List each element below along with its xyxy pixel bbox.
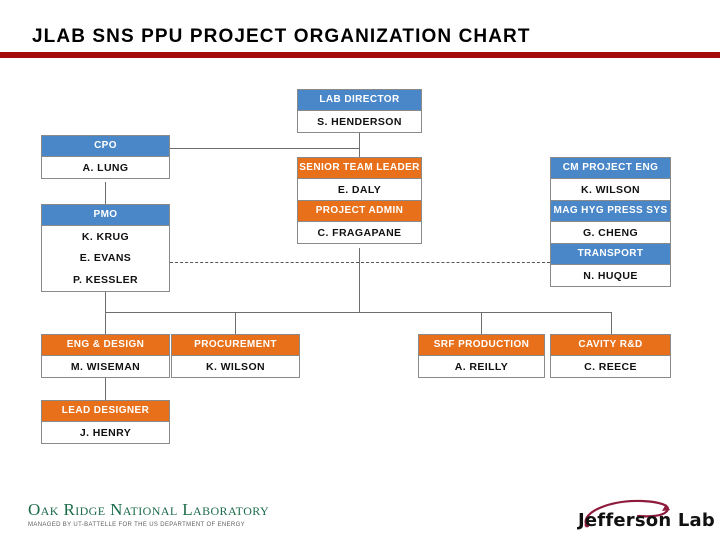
connector-eng-design-to-lead-designer [105, 378, 106, 400]
node-cavity-rnd-role: CAVITY R&D [551, 335, 670, 355]
connector-bus-to-procurement [235, 312, 236, 334]
connector-lower-bus [105, 312, 611, 313]
node-cavity-rnd-name: C. REECE [551, 355, 670, 377]
node-procurement-role: PROCUREMENT [172, 335, 299, 355]
node-pmo-role: PMO [42, 205, 169, 225]
node-pmo-name-3: P. KESSLER [42, 269, 169, 291]
node-lab-director-role: LAB DIRECTOR [298, 90, 421, 110]
node-transport-role: TRANSPORT [551, 244, 670, 264]
node-pmo-name-1: K. KRUG [42, 225, 169, 247]
connector-cpo-to-spine [170, 148, 360, 149]
node-srf-production-role: SRF PRODUCTION [419, 335, 544, 355]
node-cpo-role: CPO [42, 136, 169, 156]
node-transport[interactable]: TRANSPORT N. HUQUE [550, 243, 671, 287]
connector-pmo-to-bus [105, 290, 106, 312]
node-mag-hyg-press-sys-role: MAG HYG PRESS SYS [551, 201, 670, 221]
connector-bus-to-eng-design [105, 312, 106, 334]
node-eng-and-design-name: M. WISEMAN [42, 355, 169, 377]
connector-center-to-bus [359, 248, 360, 312]
node-project-admin[interactable]: PROJECT ADMIN C. FRAGAPANE [297, 200, 422, 244]
node-senior-team-leader[interactable]: SENIOR TEAM LEADER E. DALY [297, 157, 422, 201]
node-cpo-name: A. LUNG [42, 156, 169, 178]
node-cm-project-eng[interactable]: CM PROJECT ENG K. WILSON [550, 157, 671, 201]
node-procurement-name: K. WILSON [172, 355, 299, 377]
connector-cpo-to-pmo [105, 182, 106, 204]
ornl-logo: Oak Ridge National Laboratory MANAGED BY… [28, 500, 269, 528]
node-transport-name: N. HUQUE [551, 264, 670, 286]
node-cm-project-eng-name: K. WILSON [551, 178, 670, 200]
ornl-logo-name: Oak Ridge National Laboratory [28, 500, 270, 519]
jefferson-lab-logo: Jefferson Lab [578, 498, 715, 534]
node-lab-director-name: S. HENDERSON [298, 110, 421, 132]
node-lab-director[interactable]: LAB DIRECTOR S. HENDERSON [297, 89, 422, 133]
ornl-logo-tagline: MANAGED BY UT-BATTELLE FOR THE US DEPART… [28, 522, 245, 528]
node-pmo-name-2: E. EVANS [42, 247, 169, 269]
node-mag-hyg-press-sys-name: G. CHENG [551, 221, 670, 243]
connector-bus-to-srf-production [481, 312, 482, 334]
node-srf-production-name: A. REILLY [419, 355, 544, 377]
jefferson-lab-logo-text: Jefferson Lab [578, 510, 715, 531]
node-cm-project-eng-role: CM PROJECT ENG [551, 158, 670, 178]
node-senior-team-leader-name: E. DALY [298, 178, 421, 200]
node-lead-designer-name: J. HENRY [42, 421, 169, 443]
page-title: JLAB SNS PPU PROJECT ORGANIZATION CHART [32, 26, 531, 47]
node-cpo[interactable]: CPO A. LUNG [41, 135, 170, 179]
connector-bus-to-cavity-rnd [611, 312, 612, 334]
connector-pmo-to-transport-dashed [170, 262, 550, 263]
slide-canvas: JLAB SNS PPU PROJECT ORGANIZATION CHART … [0, 0, 720, 540]
node-srf-production[interactable]: SRF PRODUCTION A. REILLY [418, 334, 545, 378]
node-pmo[interactable]: PMO K. KRUG E. EVANS P. KESSLER [41, 204, 170, 292]
node-eng-and-design-role: ENG & DESIGN [42, 335, 169, 355]
node-project-admin-name: C. FRAGAPANE [298, 221, 421, 243]
node-procurement[interactable]: PROCUREMENT K. WILSON [171, 334, 300, 378]
node-lead-designer-role: LEAD DESIGNER [42, 401, 169, 421]
node-senior-team-leader-role: SENIOR TEAM LEADER [298, 158, 421, 178]
node-eng-and-design[interactable]: ENG & DESIGN M. WISEMAN [41, 334, 170, 378]
node-mag-hyg-press-sys[interactable]: MAG HYG PRESS SYS G. CHENG [550, 200, 671, 244]
node-lead-designer[interactable]: LEAD DESIGNER J. HENRY [41, 400, 170, 444]
node-cavity-rnd[interactable]: CAVITY R&D C. REECE [550, 334, 671, 378]
org-chart: LAB DIRECTOR S. HENDERSON CPO A. LUNG PM… [0, 58, 720, 478]
node-project-admin-role: PROJECT ADMIN [298, 201, 421, 221]
